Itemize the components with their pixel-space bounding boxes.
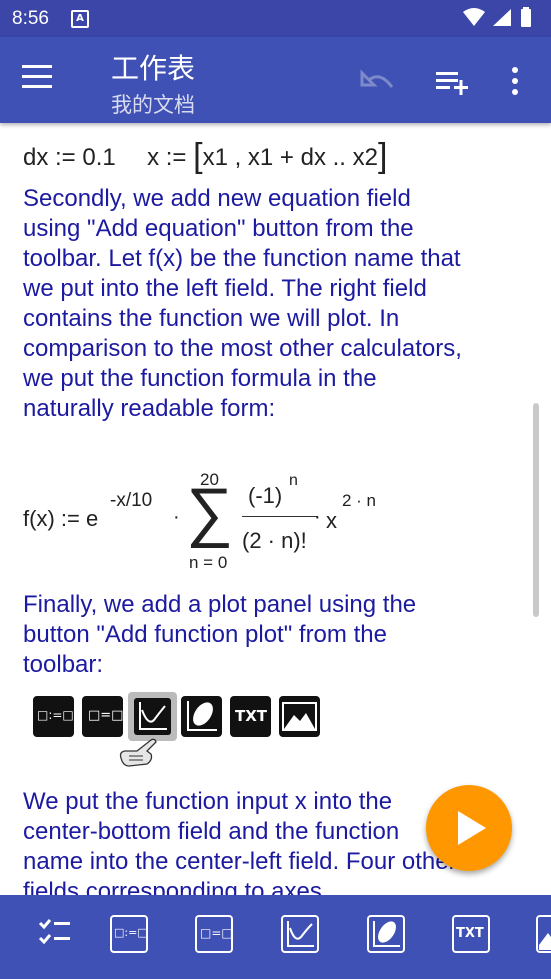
formula-dot1: ·: [173, 506, 180, 528]
bottom-add-equation-button[interactable]: □=□: [195, 915, 233, 953]
wifi-icon: [463, 8, 485, 26]
checklist-icon[interactable]: [36, 915, 74, 953]
dx-definition: dx := 0.1: [23, 144, 116, 171]
x-definition: x :=: [147, 144, 194, 171]
formula-dot2: ·: [314, 506, 321, 528]
more-vert-icon[interactable]: [505, 65, 525, 99]
x-exponent: 2 · n: [342, 491, 377, 510]
paragraph-function-input: We put the function input x into the cen…: [23, 788, 457, 895]
fraction-bar: [242, 516, 318, 517]
bottom-parametric-plot-icon[interactable]: [367, 915, 405, 953]
bottom-add-equation-assign-button[interactable]: □:=□: [110, 915, 148, 953]
add-list-icon[interactable]: [434, 65, 474, 99]
function-plot-glyph: [134, 698, 171, 735]
status-icons: [463, 7, 531, 27]
formula-f-of-x[interactable]: f(x) := e -x/10 · 20 ∑ n = 0 (-1) n (2 ·…: [23, 466, 403, 576]
notification-icon: A: [71, 10, 89, 28]
add-parametric-plot-icon: [181, 696, 222, 737]
sum-symbol: ∑: [186, 474, 234, 548]
add-function-plot-icon: [128, 692, 177, 741]
worksheet-content[interactable]: dx := 0.1 x := [x1 , x1 + dx .. x2] Seco…: [0, 123, 551, 895]
scrollbar-thumb[interactable]: [533, 403, 539, 617]
toolbar-demo: □:=□ □=□ TXT: [33, 692, 333, 776]
paragraph-add-plot: Finally, we add a plot panel using the b…: [23, 591, 417, 678]
signal-icon: [493, 9, 511, 26]
paragraph-add-equation: Secondly, we add new equation field usin…: [23, 185, 462, 422]
add-equation-icon: □=□: [82, 696, 123, 737]
formula-lhs: f(x) := e: [23, 506, 99, 531]
status-bar: 8:56 A: [0, 0, 551, 37]
parametric-plot-glyph: [187, 701, 217, 731]
app-title: 工作表: [111, 52, 196, 85]
add-text-icon: TXT: [230, 696, 271, 737]
hand-pointer-icon: [119, 738, 157, 767]
bottom-function-plot-icon[interactable]: [281, 915, 319, 953]
formula-dx-x[interactable]: dx := 0.1 x := [x1 , x1 + dx .. x2]: [23, 137, 387, 176]
menu-icon-line: [22, 65, 52, 68]
x-range: x1 , x1 + dx .. x2: [202, 144, 378, 171]
run-button[interactable]: [426, 785, 512, 871]
sum-lower-limit: n = 0: [189, 553, 228, 572]
fraction-denominator: (2 · n)!: [242, 528, 307, 553]
bottom-add-image-icon[interactable]: [536, 915, 551, 953]
formula-exponent: -x/10: [110, 490, 153, 511]
bottom-toolbar: □:=□ □=□ TXT: [0, 895, 551, 979]
app-subtitle: 我的文档: [111, 93, 195, 117]
image-glyph: [282, 702, 317, 731]
numerator-exponent: n: [289, 472, 298, 489]
add-equation-assign-icon: □:=□: [33, 696, 74, 737]
fraction-numerator: (-1): [248, 483, 283, 508]
app-bar: 工作表 我的文档: [0, 37, 551, 123]
menu-button[interactable]: [22, 65, 58, 95]
status-time: 8:56: [12, 8, 49, 29]
bottom-add-text-button[interactable]: TXT: [452, 915, 490, 953]
undo-icon[interactable]: [360, 65, 400, 99]
x-term: x: [326, 508, 337, 533]
battery-icon: [521, 9, 531, 27]
add-image-icon: [279, 696, 320, 737]
play-icon: [458, 811, 486, 845]
